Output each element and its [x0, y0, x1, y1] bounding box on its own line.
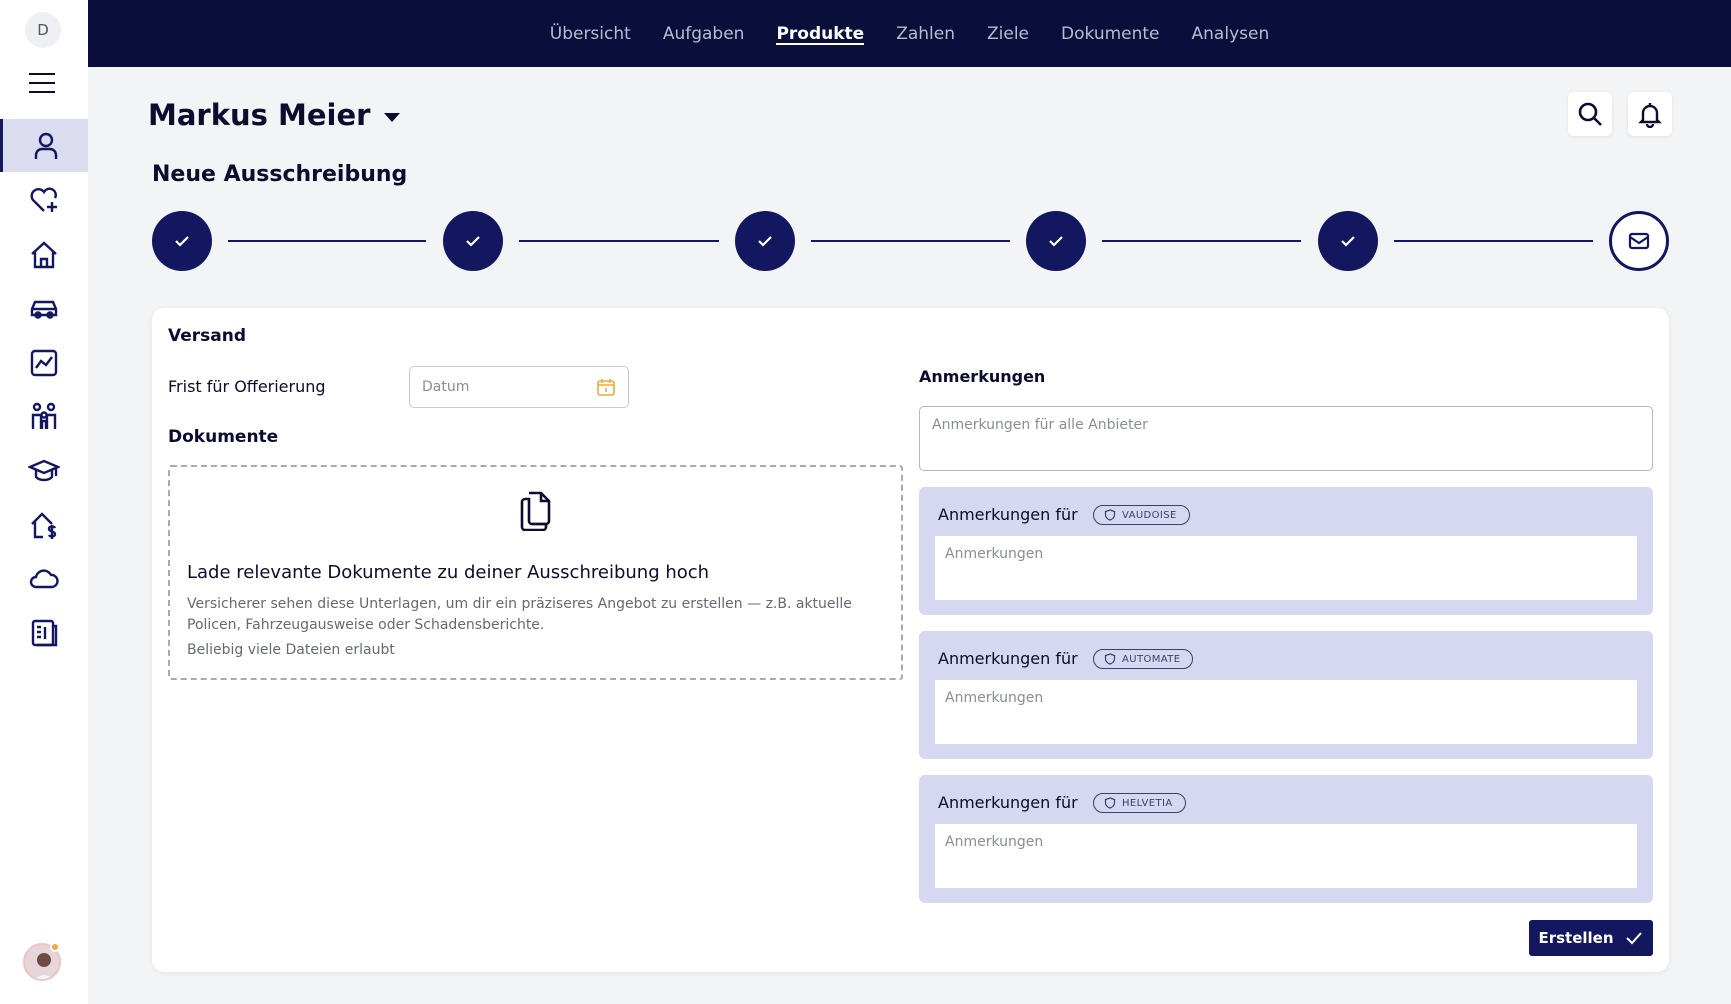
files-icon: [520, 491, 551, 531]
workspace-logo[interactable]: D: [25, 12, 61, 48]
provider-name: HELVETIA: [1122, 797, 1173, 809]
deadline-date-input[interactable]: Datum: [409, 366, 629, 408]
step-4-completed[interactable]: [1026, 211, 1086, 271]
caret-down-icon: [384, 112, 401, 122]
step-connector: [1394, 240, 1593, 242]
user-icon: [34, 132, 57, 159]
cloud-icon: [29, 568, 59, 588]
create-button-label: Erstellen: [1538, 929, 1614, 947]
page-title: Neue Ausschreibung: [152, 162, 408, 187]
family-icon: [31, 402, 57, 429]
chart-icon: [30, 349, 58, 376]
client-name: Markus Meier: [148, 98, 371, 132]
shield-icon: [1104, 509, 1116, 521]
sidebar-item-health[interactable]: [0, 173, 88, 226]
step-2-completed[interactable]: [443, 211, 503, 271]
nav-item-6[interactable]: Analysen: [1176, 0, 1286, 67]
client-selector[interactable]: Markus Meier: [148, 98, 401, 132]
provider-remarks-label: Anmerkungen für: [938, 649, 1078, 668]
sidebar-item-person[interactable]: [0, 119, 88, 172]
nav-item-4[interactable]: Ziele: [971, 0, 1045, 67]
bell-icon: [1638, 103, 1662, 128]
house-dollar-icon: [31, 511, 57, 539]
provider-remarks-placeholder: Anmerkungen: [945, 690, 1044, 706]
sidebar-item-education[interactable]: [0, 444, 88, 497]
check-icon: [175, 236, 189, 247]
remarks-all-providers-input[interactable]: Anmerkungen für alle Anbieter: [919, 406, 1653, 471]
nav-item-0[interactable]: Übersicht: [534, 0, 647, 67]
sidebar-item-family[interactable]: [0, 390, 88, 443]
provider-badge: HELVETIA: [1093, 793, 1186, 813]
shield-icon: [1104, 797, 1116, 809]
provider-remarks-label: Anmerkungen für: [938, 793, 1078, 812]
car-icon: [30, 300, 58, 319]
deadline-label: Frist für Offerierung: [168, 377, 326, 396]
step-connector: [811, 240, 1010, 242]
provider-badge: VAUDOISE: [1093, 505, 1190, 525]
step-3-completed[interactable]: [735, 211, 795, 271]
mail-icon: [1628, 232, 1650, 250]
calendar-icon[interactable]: [596, 377, 616, 397]
provider-remarks-helvetia: Anmerkungen für HELVETIA Anmerkungen: [919, 775, 1653, 903]
step-1-completed[interactable]: [152, 211, 212, 271]
create-button[interactable]: Erstellen: [1529, 920, 1653, 956]
sidebar: D: [0, 0, 88, 1004]
date-placeholder: Datum: [422, 379, 470, 395]
sidebar-item-documents[interactable]: [0, 606, 88, 659]
provider-remarks-vaudoise: Anmerkungen für VAUDOISE Anmerkungen: [919, 487, 1653, 615]
nav-item-3[interactable]: Zahlen: [880, 0, 971, 67]
home-icon: [31, 240, 57, 268]
step-connector: [1102, 240, 1301, 242]
documents-title: Dokumente: [168, 427, 279, 447]
provider-remarks-input[interactable]: Anmerkungen: [935, 536, 1637, 600]
step-connector: [519, 240, 719, 242]
status-dot: [50, 942, 60, 952]
check-icon: [1049, 236, 1063, 247]
menu-icon[interactable]: [27, 70, 59, 96]
sidebar-item-home[interactable]: [0, 228, 88, 281]
provider-remarks-label: Anmerkungen für: [938, 505, 1078, 524]
provider-name: AUTOMATE: [1122, 653, 1181, 665]
sidebar-item-investments[interactable]: [0, 336, 88, 389]
document-list-icon: [31, 619, 58, 646]
search-button[interactable]: [1568, 92, 1612, 136]
check-icon: [1625, 932, 1642, 945]
provider-remarks-placeholder: Anmerkungen: [945, 834, 1044, 850]
provider-badge: AUTOMATE: [1093, 649, 1194, 669]
sidebar-item-cloud[interactable]: [0, 552, 88, 605]
dropzone-hint: Beliebig viele Dateien erlaubt: [187, 642, 395, 658]
shield-icon: [1104, 653, 1116, 665]
step-connector: [228, 240, 426, 242]
provider-remarks-automate: Anmerkungen für AUTOMATE Anmerkungen: [919, 631, 1653, 759]
notifications-button[interactable]: [1628, 92, 1672, 136]
document-dropzone[interactable]: Lade relevante Dokumente zu deiner Aussc…: [168, 465, 903, 680]
heart-plus-icon: [30, 187, 57, 212]
section-title-versand: Versand: [168, 326, 247, 346]
step-5-completed[interactable]: [1318, 211, 1378, 271]
sidebar-item-real-estate[interactable]: [0, 498, 88, 551]
sidebar-item-car[interactable]: [0, 282, 88, 335]
step-6-current[interactable]: [1609, 211, 1669, 271]
nav-item-5[interactable]: Dokumente: [1045, 0, 1176, 67]
remarks-all-placeholder: Anmerkungen für alle Anbieter: [932, 417, 1148, 433]
provider-name: VAUDOISE: [1122, 509, 1177, 521]
remarks-title: Anmerkungen: [919, 367, 1046, 386]
dropzone-description: Versicherer sehen diese Unterlagen, um d…: [187, 596, 852, 633]
check-icon: [466, 236, 480, 247]
provider-remarks-input[interactable]: Anmerkungen: [935, 824, 1637, 888]
search-icon: [1578, 102, 1602, 126]
top-navigation: Übersicht Aufgaben Produkte Zahlen Ziele Doku…: [88, 0, 1731, 67]
provider-remarks-input[interactable]: Anmerkungen: [935, 680, 1637, 744]
check-icon: [758, 236, 772, 247]
provider-remarks-placeholder: Anmerkungen: [945, 546, 1044, 562]
graduation-cap-icon: [28, 459, 60, 481]
dropzone-title: Lade relevante Dokumente zu deiner Aussc…: [187, 562, 710, 583]
nav-item-1[interactable]: Aufgaben: [647, 0, 761, 67]
nav-item-2[interactable]: Produkte: [760, 0, 880, 67]
check-icon: [1341, 236, 1355, 247]
